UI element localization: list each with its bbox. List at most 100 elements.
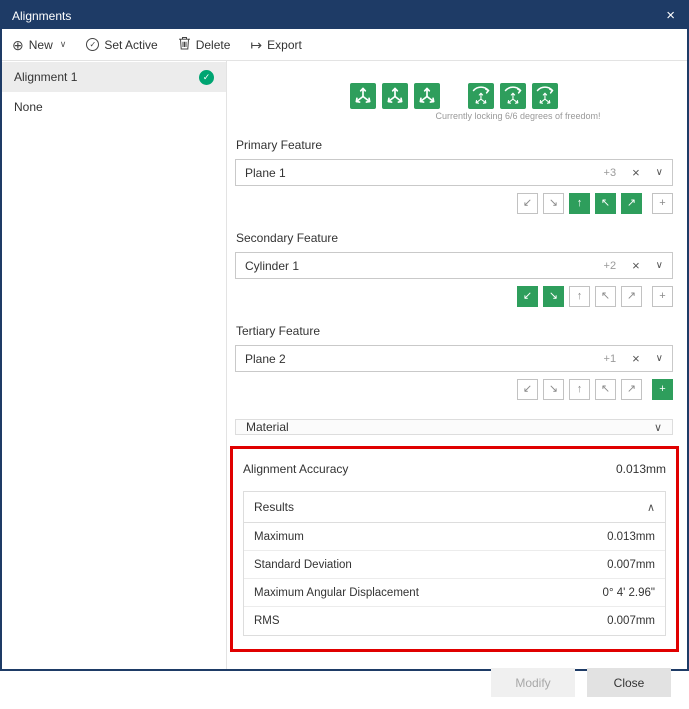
clear-icon[interactable]: × bbox=[632, 351, 640, 366]
alignment-detail-panel: Currently locking 6/6 degrees of freedom… bbox=[227, 61, 687, 697]
result-row-maximum: Maximum 0.013mm bbox=[244, 523, 665, 551]
alignment-list: Alignment 1 ✓ None bbox=[2, 61, 227, 669]
arrow-down-left-icon: ↙ bbox=[522, 383, 533, 395]
dof-lock-caption: Currently locking 6/6 degrees of freedom… bbox=[435, 111, 601, 121]
alignments-dialog: Alignments × ⊕ New ∨ ✓ Set Active Delete… bbox=[0, 0, 689, 697]
close-button[interactable]: Close bbox=[587, 668, 671, 697]
arrow-up-icon: ↑ bbox=[576, 383, 583, 395]
sidebar-item-none[interactable]: None bbox=[2, 92, 226, 122]
export-button[interactable]: ↦ Export bbox=[250, 38, 301, 52]
combo-extra-count: +1 bbox=[603, 352, 617, 365]
secondary-feature-select[interactable]: Cylinder 1 +2 × ∨ bbox=[235, 252, 673, 279]
result-label: Maximum Angular Displacement bbox=[254, 586, 419, 599]
toolbar: ⊕ New ∨ ✓ Set Active Delete ↦ Export bbox=[2, 29, 687, 61]
circle-check-icon: ✓ bbox=[86, 38, 100, 51]
active-check-icon: ✓ bbox=[199, 69, 214, 85]
arrow-down-right-icon: ↘ bbox=[548, 383, 559, 395]
material-label: Material bbox=[246, 420, 289, 434]
dof-toggle-5[interactable]: ↗ bbox=[621, 379, 642, 400]
dof-toggle-1[interactable]: ↙ bbox=[517, 379, 538, 400]
dof-toggle-3[interactable]: ↑ bbox=[569, 286, 590, 307]
move-cross-icon: + bbox=[659, 197, 666, 209]
annotation-highlight: Alignment Accuracy 0.013mm Results ∧ Max… bbox=[230, 446, 679, 652]
results-section-header[interactable]: Results ∧ bbox=[244, 492, 665, 523]
arrow-down-left-icon: ↙ bbox=[522, 290, 533, 302]
arrow-up-left-icon: ↖ bbox=[600, 290, 611, 302]
new-button[interactable]: ⊕ New ∨ bbox=[12, 38, 66, 52]
dof-lock-tx-icon bbox=[350, 83, 376, 109]
result-value: 0.007mm bbox=[607, 615, 655, 627]
dof-lock-ry-icon bbox=[500, 83, 526, 109]
dof-toggle-5[interactable]: ↗ bbox=[621, 286, 642, 307]
results-title: Results bbox=[254, 500, 295, 514]
dof-toggle-3[interactable]: ↑ bbox=[569, 193, 590, 214]
dof-toggle-2[interactable]: ↘ bbox=[543, 286, 564, 307]
set-active-button[interactable]: ✓ Set Active bbox=[86, 37, 158, 52]
dof-lock-ty-icon bbox=[382, 83, 408, 109]
combo-extra-count: +3 bbox=[603, 166, 617, 179]
dof-toggle-5[interactable]: ↗ bbox=[621, 193, 642, 214]
clear-icon[interactable]: × bbox=[632, 165, 640, 180]
primary-feature-select[interactable]: Plane 1 +3 × ∨ bbox=[235, 159, 673, 186]
export-arrow-icon: ↦ bbox=[250, 36, 263, 53]
result-row-max-angular-displacement: Maximum Angular Displacement 0° 4' 2.96" bbox=[244, 579, 665, 607]
combo-value: Cylinder 1 bbox=[245, 258, 300, 273]
dof-toggle-1[interactable]: ↙ bbox=[517, 193, 538, 214]
tertiary-feature-select[interactable]: Plane 2 +1 × ∨ bbox=[235, 345, 673, 372]
primary-dof-toggle-row: ↙ ↘ ↑ ↖ ↗ + bbox=[235, 193, 673, 214]
arrow-up-right-icon: ↗ bbox=[626, 197, 637, 209]
modify-button[interactable]: Modify bbox=[491, 668, 575, 697]
dof-toggle-2[interactable]: ↘ bbox=[543, 193, 564, 214]
chevron-down-icon: ∨ bbox=[59, 39, 67, 49]
titlebar: Alignments × bbox=[2, 2, 687, 29]
material-section-header[interactable]: Material ∨ bbox=[235, 419, 673, 435]
dof-toggle-4[interactable]: ↖ bbox=[595, 379, 616, 400]
dof-toggle-4[interactable]: ↖ bbox=[595, 193, 616, 214]
clear-icon[interactable]: × bbox=[632, 258, 640, 273]
result-label: Maximum bbox=[254, 530, 304, 543]
alignment-item-label: None bbox=[14, 100, 43, 114]
secondary-dof-toggle-row: ↙ ↘ ↑ ↖ ↗ + bbox=[235, 286, 673, 307]
results-panel: Results ∧ Maximum 0.013mm Standard Devia… bbox=[243, 491, 666, 636]
dialog-title: Alignments bbox=[12, 8, 72, 23]
check-glyph: ✓ bbox=[202, 71, 211, 82]
sidebar-item-alignment-1[interactable]: Alignment 1 ✓ bbox=[2, 62, 226, 92]
dof-toggle-4[interactable]: ↖ bbox=[595, 286, 616, 307]
export-button-label: Export bbox=[267, 37, 302, 52]
delete-button[interactable]: Delete bbox=[178, 36, 231, 53]
chevron-down-icon[interactable]: ∨ bbox=[656, 167, 663, 178]
arrow-down-right-icon: ↘ bbox=[548, 290, 559, 302]
result-row-rms: RMS 0.007mm bbox=[244, 607, 665, 635]
delete-button-label: Delete bbox=[195, 37, 231, 52]
arrow-down-left-icon: ↙ bbox=[522, 197, 533, 209]
dof-toggle-3[interactable]: ↑ bbox=[569, 379, 590, 400]
dof-toggle-6[interactable]: + bbox=[652, 379, 673, 400]
dof-toggle-6[interactable]: + bbox=[652, 193, 673, 214]
dialog-footer: Modify Close bbox=[235, 660, 673, 709]
result-value: 0.013mm bbox=[607, 530, 655, 543]
arrow-up-left-icon: ↖ bbox=[600, 197, 611, 209]
combo-value: Plane 1 bbox=[245, 165, 286, 180]
secondary-feature-label: Secondary Feature bbox=[236, 231, 339, 245]
chevron-down-icon[interactable]: ∨ bbox=[656, 353, 663, 364]
arrow-up-left-icon: ↖ bbox=[600, 383, 611, 395]
arrow-up-icon: ↑ bbox=[576, 197, 583, 209]
arrow-up-right-icon: ↗ bbox=[626, 383, 637, 395]
dof-toggle-6[interactable]: + bbox=[652, 286, 673, 307]
set-active-button-label: Set Active bbox=[104, 37, 158, 52]
move-cross-icon: + bbox=[659, 383, 666, 395]
close-icon[interactable]: × bbox=[664, 8, 677, 23]
primary-feature-section: Primary Feature Plane 1 +3 × ∨ ↙ ↘ ↑ ↖ ↗… bbox=[235, 138, 673, 214]
arrow-down-right-icon: ↘ bbox=[548, 197, 559, 209]
result-label: RMS bbox=[254, 615, 280, 627]
dof-lock-tz-icon bbox=[414, 83, 440, 109]
result-value: 0.007mm bbox=[607, 558, 655, 571]
dof-toggle-1[interactable]: ↙ bbox=[517, 286, 538, 307]
trash-icon bbox=[178, 36, 191, 53]
alignment-accuracy-row: Alignment Accuracy 0.013mm bbox=[243, 454, 666, 484]
dof-lock-rz-icon bbox=[532, 83, 558, 109]
chevron-down-icon[interactable]: ∨ bbox=[656, 260, 663, 271]
dof-toggle-2[interactable]: ↘ bbox=[543, 379, 564, 400]
check-glyph: ✓ bbox=[89, 39, 97, 49]
combo-value: Plane 2 bbox=[245, 351, 286, 366]
